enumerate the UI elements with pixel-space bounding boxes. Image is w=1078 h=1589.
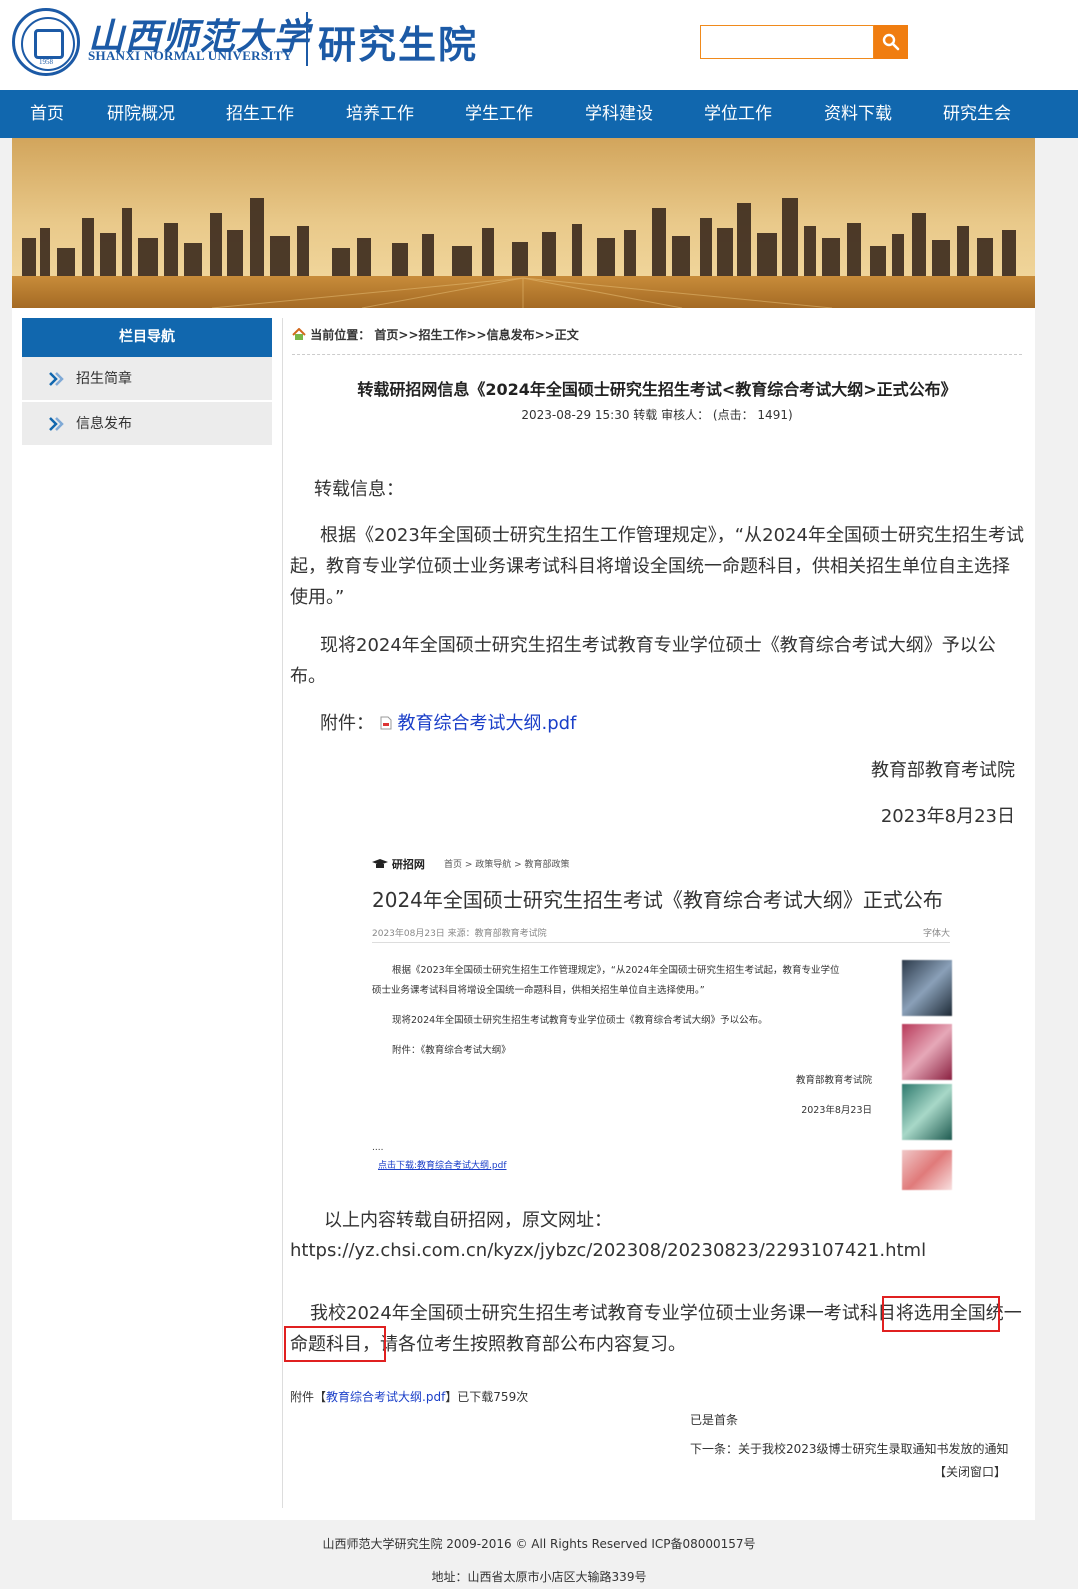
highlight-box-2 <box>284 1326 386 1362</box>
download-prefix: 附件【 <box>290 1390 327 1404</box>
pdf-icon <box>380 716 392 730</box>
main-nav: 首页 研院概况 招生工作 培养工作 学生工作 学科建设 学位工作 资料下载 研究… <box>0 90 1078 138</box>
source-url[interactable]: https://yz.chsi.com.cn/kyzx/jybzc/202308… <box>290 1235 1025 1266</box>
brand-divider <box>306 12 308 66</box>
attachment-line: 附件： 教育综合考试大纲.pdf <box>290 708 1025 739</box>
attachment-pdf-link[interactable]: 教育综合考试大纲.pdf <box>397 713 576 734</box>
embedded-signer: 教育部教育考试院 <box>795 1075 872 1086</box>
breadcrumb: 当前位置： 首页>>招生工作>>信息发布>>正文 <box>292 326 579 343</box>
nav-students[interactable]: 学生工作 <box>465 90 533 138</box>
sidebar-item-news[interactable]: 信息发布 <box>22 402 272 446</box>
search-input[interactable] <box>700 25 874 59</box>
nav-disciplines[interactable]: 学科建设 <box>585 90 653 138</box>
final-text-c: ，请各位考生按照教育部公布内容复习。 <box>362 1334 686 1355</box>
article-title: 转载研招网信息《2024年全国硕士研究生招生考试<教育综合考试大纲>正式公布》 <box>357 380 957 399</box>
article-intro: 转载信息： <box>314 479 404 500</box>
nav-training[interactable]: 培养工作 <box>346 90 414 138</box>
column-divider <box>282 318 283 1508</box>
embedded-paragraph-1b: 硕士业务课考试科目将增设全国统一命题科目，供相关招生单位自主选择使用。” <box>372 985 705 996</box>
article-meta: 2023-08-29 15:30 转载 审核人： (点击： 1491) <box>521 408 793 422</box>
embedded-paragraph-3: 附件：《教育综合考试大纲》 <box>392 1045 511 1056</box>
footer-copyright: 山西师范大学研究生院 2009-2016 © All Rights Reserv… <box>322 1537 756 1551</box>
nav-home[interactable]: 首页 <box>30 90 64 138</box>
blurred-thumbnail <box>902 960 952 1016</box>
embedded-logo-text: 研招网 <box>391 858 425 871</box>
embedded-breadcrumb: 首页 > 政策导航 > 教育部政策 <box>444 860 570 870</box>
nav-admissions[interactable]: 招生工作 <box>226 90 294 138</box>
source-label: 以上内容转载自研招网，原文网址： <box>324 1210 612 1231</box>
blurred-thumbnail <box>902 1084 952 1140</box>
city-skyline-banner <box>12 138 1035 308</box>
sidebar-item-label: 招生简章 <box>76 371 132 387</box>
sidebar-title: 栏目导航 <box>22 318 272 357</box>
search-button[interactable] <box>874 25 908 59</box>
next-article-link[interactable]: 下一条：关于我校2023级博士研究生录取通知书发放的通知 <box>690 1440 1009 1457</box>
download-line: 附件【教育综合考试大纲.pdf】已下载759次 <box>290 1388 528 1405</box>
embedded-download-link: 点击下载:教育综合考试大纲.pdf <box>378 1161 507 1171</box>
article-paragraph-2: 现将2024年全国硕士研究生招生考试教育专业学位硕士《教育综合考试大纲》予以公布… <box>290 635 996 687</box>
embedded-font-size: 字体大 <box>922 929 950 939</box>
seal-year: 1958 <box>39 58 53 66</box>
embedded-paragraph-2: 现将2024年全国硕士研究生招生考试教育专业学位硕士《教育综合考试大纲》予以公布… <box>392 1015 768 1026</box>
embedded-meta: 2023年08月23日 来源：教育部教育考试院 <box>372 929 547 939</box>
nav-degrees[interactable]: 学位工作 <box>704 90 772 138</box>
highlight-box-1 <box>882 1296 1000 1332</box>
home-icon <box>292 327 306 340</box>
content-page: 栏目导航 招生简章 信息发布 当前位置： 首页>>招生工作>>信息发布>>正文 … <box>12 308 1035 1520</box>
breadcrumb-path[interactable]: 首页>>招生工作>>信息发布>>正文 <box>374 328 578 342</box>
breadcrumb-prefix: 当前位置： <box>310 328 371 342</box>
site-header: 1958 山西师范大学 SHANXI NORMAL UNIVERSITY 研究生… <box>0 0 1078 90</box>
breadcrumb-divider <box>292 354 1022 355</box>
attachment-label: 附件： <box>320 713 374 734</box>
double-chevron-icon <box>49 372 64 386</box>
university-seal-logo[interactable]: 1958 <box>12 8 80 76</box>
search-icon <box>882 33 900 51</box>
embedded-title: 2024年全国硕士研究生招生考试《教育综合考试大纲》正式公布 <box>372 888 943 912</box>
article-paragraph-1: 根据《2023年全国硕士研究生招生工作管理规定》，“从2024年全国硕士研究生招… <box>290 525 1024 608</box>
prev-article: 已是首条 <box>690 1413 739 1427</box>
double-chevron-icon <box>49 417 64 431</box>
nav-overview[interactable]: 研院概况 <box>107 90 175 138</box>
close-window-link[interactable]: 【关闭窗口】 <box>934 1463 1006 1480</box>
university-name-en: SHANXI NORMAL UNIVERSITY <box>88 48 293 63</box>
embedded-screenshot: 研招网 首页 > 政策导航 > 教育部政策 2024年全国硕士研究生招生考试《教… <box>372 856 952 1206</box>
nav-student-union[interactable]: 研究生会 <box>943 90 1011 138</box>
embedded-date: 2023年8月23日 <box>801 1105 872 1116</box>
department-name: 研究生院 <box>318 22 479 67</box>
embedded-paragraph-1: 根据《2023年全国硕士研究生招生工作管理规定》，“从2024年全国硕士研究生招… <box>392 965 840 976</box>
sidebar-item-label: 信息发布 <box>76 416 132 432</box>
sidebar-item-admissions-brochure[interactable]: 招生简章 <box>22 357 272 401</box>
embedded-rule <box>372 942 950 943</box>
embedded-logo: 研招网 <box>372 856 425 872</box>
nav-downloads[interactable]: 资料下载 <box>824 90 892 138</box>
sign-date: 2023年8月23日 <box>880 806 1015 827</box>
embedded-dots: .... <box>372 1143 384 1153</box>
footer-address: 地址：山西省太原市小店区大输路339号 <box>431 1570 647 1584</box>
signer: 教育部教育考试院 <box>871 760 1015 781</box>
download-count: 】已下载759次 <box>445 1390 529 1404</box>
blurred-thumbnail <box>902 1150 952 1190</box>
final-text-a: 我校2024年全国硕士研究生招生考试教育专业学位硕士业务课一考试科目 <box>310 1303 896 1324</box>
download-pdf-link[interactable]: 教育综合考试大纲.pdf <box>326 1390 445 1404</box>
graduation-cap-icon <box>372 859 388 868</box>
blurred-thumbnail <box>902 1024 952 1080</box>
